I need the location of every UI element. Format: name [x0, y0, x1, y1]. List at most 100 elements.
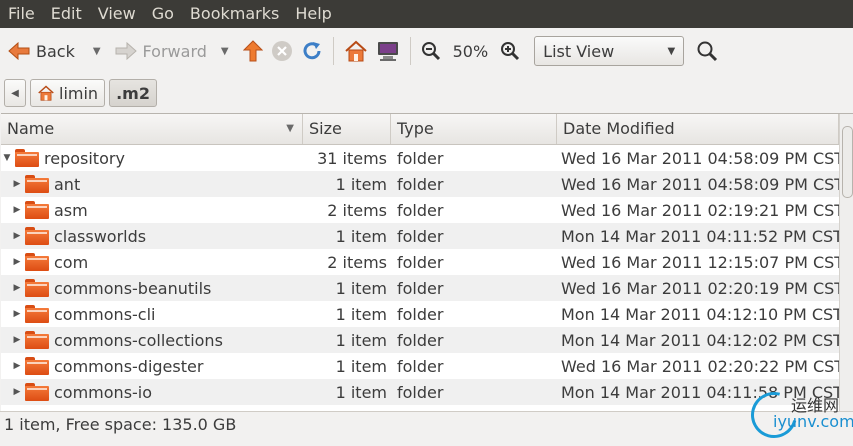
chevron-down-icon: ▼ — [667, 45, 676, 57]
computer-button[interactable] — [372, 34, 404, 68]
toolbar-separator — [409, 37, 411, 65]
table-row[interactable]: ▶ commons-digester 1 item folder Wed 16 Mar … — [1, 353, 845, 379]
expander-closed-icon[interactable]: ▶ — [11, 257, 23, 267]
cell-date: Mon 14 Mar 2011 04:12:02 PM CST — [561, 330, 843, 350]
table-row[interactable]: ▶ classworlds 1 item folder Mon 14 Mar 2011 … — [1, 223, 843, 249]
arrow-left-icon — [8, 42, 30, 60]
menu-view[interactable]: View — [90, 0, 144, 28]
breadcrumb-limin[interactable]: limin — [30, 79, 106, 107]
cell-size: 1 item — [335, 226, 387, 246]
cell-name: ▶ asm — [1, 197, 303, 223]
expander-closed-icon[interactable]: ▶ — [11, 335, 23, 345]
file-name: commons-beanutils — [54, 278, 212, 298]
arrow-up-icon — [242, 40, 263, 62]
toolbar-separator — [332, 37, 334, 65]
folder-icon — [25, 227, 49, 245]
folder-icon — [25, 279, 49, 297]
expander-closed-icon[interactable]: ▶ — [11, 231, 23, 241]
expander-closed-icon[interactable]: ▶ — [11, 309, 23, 319]
cell-name: ▶ commons-beanutils — [1, 275, 303, 301]
cell-size: 1 item — [335, 330, 387, 350]
column-header-name[interactable]: Name ▼ — [1, 114, 303, 144]
column-label: Name — [7, 119, 55, 138]
vertical-scrollbar[interactable] — [839, 114, 853, 412]
cell-name: ▶ com — [1, 249, 303, 275]
table-row[interactable]: ▶ asm 2 items folder Wed 16 Mar 2011 02:19:2… — [1, 197, 845, 223]
cell-date: Wed 16 Mar 2011 12:15:07 PM CST — [561, 252, 845, 272]
back-button[interactable]: Back — [4, 34, 79, 68]
view-mode-select[interactable]: List View ▼ — [534, 36, 685, 66]
back-label: Back — [36, 41, 75, 61]
column-header-date[interactable]: Date Modified — [557, 114, 839, 144]
breadcrumb-label: .m2 — [116, 83, 150, 103]
breadcrumb-m2[interactable]: .m2 — [109, 79, 157, 107]
file-name: ant — [54, 174, 81, 194]
stop-button[interactable] — [267, 34, 297, 68]
table-row[interactable]: ▶ ant 1 item folder Wed 16 Mar 2011 04:58:09… — [1, 171, 845, 197]
forward-history-dropdown[interactable]: ▼ — [221, 46, 229, 57]
back-history-dropdown[interactable]: ▼ — [93, 46, 101, 57]
home-button[interactable] — [340, 34, 372, 68]
file-name: classworlds — [54, 226, 147, 246]
expander-closed-icon[interactable]: ▶ — [11, 387, 23, 397]
up-button[interactable] — [239, 34, 267, 68]
arrow-right-icon — [115, 42, 137, 60]
menu-file[interactable]: File — [0, 0, 43, 28]
search-button[interactable] — [692, 34, 722, 68]
menu-bookmarks[interactable]: Bookmarks — [182, 0, 287, 28]
cell-type: folder — [397, 278, 444, 298]
list-rows: ▼ repository 31 items folder Wed 16 Mar 2011… — [1, 145, 845, 405]
watermark-line2: iyunv.com — [773, 412, 853, 431]
menu-edit[interactable]: Edit — [43, 0, 90, 28]
expander-closed-icon[interactable]: ▶ — [11, 361, 23, 371]
cell-size: 2 items — [327, 252, 387, 272]
view-mode-value: List View — [543, 41, 615, 61]
sort-indicator-icon: ▼ — [286, 123, 294, 134]
expander-closed-icon[interactable]: ▶ — [11, 179, 23, 189]
table-row[interactable]: ▶ com 2 items folder Wed 16 Mar 2011 12:15:0… — [1, 249, 845, 275]
cell-date: Wed 16 Mar 2011 04:58:09 PM CST — [561, 174, 845, 194]
cell-name: ▶ ant — [1, 171, 303, 197]
search-icon — [697, 41, 718, 62]
zoom-out-button[interactable] — [417, 34, 445, 68]
reload-button[interactable] — [297, 34, 327, 68]
expander-closed-icon[interactable]: ▶ — [11, 283, 23, 293]
cell-date: Wed 16 Mar 2011 02:19:21 PM CST — [561, 200, 845, 220]
expander-closed-icon[interactable]: ▶ — [11, 205, 23, 215]
file-name: commons-digester — [54, 356, 204, 376]
menu-go[interactable]: Go — [144, 0, 182, 28]
cell-date: Mon 14 Mar 2011 04:11:52 PM CST — [561, 226, 843, 246]
file-name: repository — [44, 148, 125, 168]
file-name: asm — [54, 200, 88, 220]
column-header-type[interactable]: Type — [391, 114, 557, 144]
table-row[interactable]: ▶ commons-collections 1 item folder Mon 14 M… — [1, 327, 843, 353]
cell-size: 2 items — [327, 200, 387, 220]
file-list[interactable]: Name ▼ Size Type Date Modified ▼ reposito… — [1, 113, 853, 412]
table-row[interactable]: ▼ repository 31 items folder Wed 16 Mar 2011… — [1, 145, 845, 171]
table-row[interactable]: ▶ commons-cli 1 item folder Mon 14 Mar 2011 … — [1, 301, 843, 327]
status-text: 1 item, Free space: 135.0 GB — [4, 415, 237, 434]
zoom-out-icon — [421, 42, 440, 61]
column-header-size[interactable]: Size — [303, 114, 391, 144]
menu-help[interactable]: Help — [287, 0, 339, 28]
status-bar: 1 item, Free space: 135.0 GB — [0, 411, 853, 438]
cell-date: Wed 16 Mar 2011 02:20:22 PM CST — [561, 356, 845, 376]
breadcrumb-label: limin — [59, 83, 99, 103]
home-icon — [344, 40, 367, 62]
folder-icon — [25, 305, 49, 323]
cell-size: 1 item — [335, 382, 387, 402]
table-row[interactable]: ▶ commons-io 1 item folder Mon 14 Mar 2011 0… — [1, 379, 843, 405]
file-name: com — [54, 252, 89, 272]
scrollbar-thumb[interactable] — [842, 126, 853, 198]
home-icon — [38, 85, 54, 101]
cell-size: 1 item — [335, 174, 387, 194]
folder-icon — [25, 331, 49, 349]
expander-open-icon[interactable]: ▼ — [1, 153, 13, 163]
table-row[interactable]: ▶ commons-beanutils 1 item folder Wed 16 Mar… — [1, 275, 845, 301]
folder-icon — [25, 253, 49, 271]
forward-button[interactable]: Forward — [111, 34, 211, 68]
forward-label: Forward — [142, 41, 207, 61]
zoom-in-button[interactable] — [496, 34, 524, 68]
path-scroll-left-button[interactable]: ◀ — [4, 79, 26, 107]
cell-date: Wed 16 Mar 2011 02:20:19 PM CST — [561, 278, 845, 298]
